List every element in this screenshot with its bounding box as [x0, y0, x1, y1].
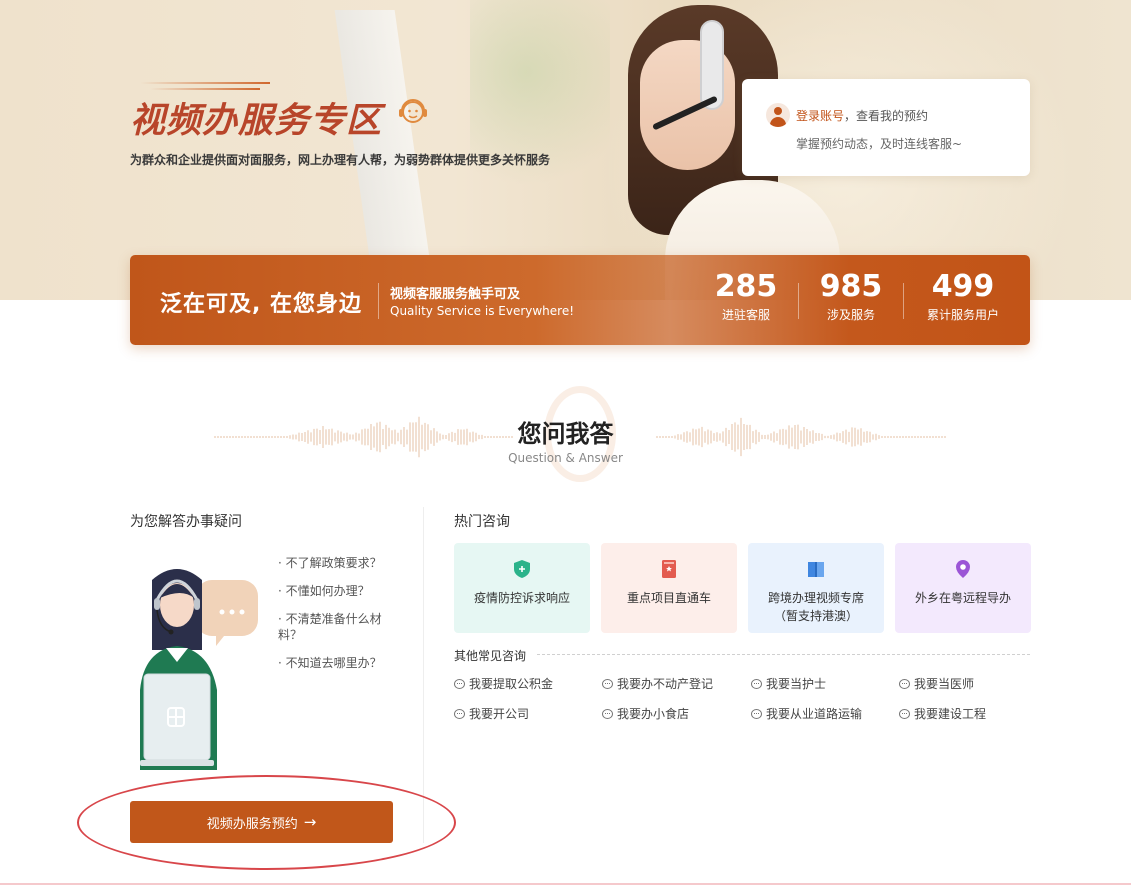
slogan-cn: 视频客服服务触手可及	[390, 287, 521, 302]
customer-service-agent-illustration	[140, 569, 258, 770]
list-item: · 不懂如何办理？	[278, 584, 370, 598]
chat-bubble-icon	[454, 709, 465, 719]
title-decoration	[140, 82, 270, 84]
faq-label: 我要当护士	[766, 677, 827, 691]
stat-value: 285	[714, 269, 778, 304]
hot-card-label: 跨境办理视频专席 （暂支持港澳）	[748, 589, 884, 625]
qa-subtitle: Question & Answer	[508, 451, 623, 465]
stat-users: 499 累计服务用户	[908, 269, 1018, 323]
chat-bubble-icon	[602, 709, 613, 719]
login-prompt-text: ，查看我的预约	[844, 109, 929, 123]
other-section-title: 其他常见咨询	[454, 649, 527, 663]
hot-section-title: 热门咨询	[454, 514, 510, 530]
faq-link[interactable]: 我要开公司	[454, 705, 529, 722]
faq-link[interactable]: 我要当医师	[899, 675, 974, 692]
left-section-title: 为您解答办事疑问	[130, 514, 242, 530]
user-avatar-icon	[766, 103, 790, 127]
map-book-icon	[808, 562, 824, 577]
divider	[378, 283, 379, 319]
faq-link[interactable]: 我要从业道路运输	[751, 705, 862, 722]
stat-label: 累计服务用户	[926, 308, 999, 322]
stat-label: 涉及服务	[826, 308, 875, 322]
faq-label: 我要提取公积金	[469, 677, 554, 691]
stat-agents: 285 进驻客服	[691, 269, 801, 323]
location-pin-icon	[956, 560, 970, 578]
login-hint: 掌握预约动态，及时连线客服~	[796, 137, 963, 151]
chat-bubble-icon	[899, 709, 910, 719]
faq-link[interactable]: 我要建设工程	[899, 705, 986, 722]
faq-link[interactable]: 我要办不动产登记	[602, 675, 713, 692]
list-item: · 不清楚准备什么材料？	[278, 612, 382, 642]
chat-bubble-icon	[602, 679, 613, 689]
faq-link[interactable]: 我要提取公积金	[454, 675, 553, 692]
login-link[interactable]: 登录账号	[796, 109, 844, 123]
list-item: · 不了解政策要求？	[278, 556, 382, 570]
arrow-right-icon: →	[303, 813, 317, 831]
video-service-booking-button[interactable]: 视频办服务预约 →	[130, 801, 393, 843]
faq-link[interactable]: 我要办小食店	[602, 705, 689, 722]
hot-card-key-project[interactable]: 重点项目直通车	[601, 543, 737, 633]
stats-bar: 泛在可及, 在您身边 视频客服服务触手可及 Quality Service is…	[130, 255, 1030, 345]
chat-bubble-icon	[454, 679, 465, 689]
booking-button-label: 视频办服务预约	[206, 816, 298, 832]
hot-card-label-line2: （暂支持港澳）	[773, 609, 858, 623]
hot-card-remote-guide[interactable]: 外乡在粤远程导办	[895, 543, 1031, 633]
dashed-divider	[537, 654, 1030, 655]
customer-service-icon	[399, 99, 427, 123]
hot-card-label: 疫情防控诉求响应	[473, 591, 570, 605]
chat-bubble-icon	[899, 679, 910, 689]
login-card: 登录账号，查看我的预约 掌握预约动态，及时连线客服~	[742, 79, 1030, 176]
stat-value: 499	[931, 269, 995, 304]
stat-services: 985 涉及服务	[796, 269, 906, 323]
hot-card-label-line1: 跨境办理视频专席	[767, 591, 864, 605]
column-divider	[423, 507, 424, 843]
list-item: · 不知道去哪里办？	[278, 656, 382, 670]
hero-subtitle: 为群众和企业提供面对面服务，网上办理有人帮，为弱势群体提供更多关怀服务	[130, 153, 551, 167]
faq-label: 我要办小食店	[617, 707, 690, 721]
chat-bubble-icon	[751, 679, 762, 689]
stats-slogan: 泛在可及, 在您身边	[160, 292, 363, 317]
faq-label: 我要建设工程	[914, 707, 987, 721]
faq-label: 我要办不动产登记	[617, 677, 714, 691]
hot-card-label: 重点项目直通车	[626, 591, 711, 605]
red-book-icon	[662, 560, 676, 578]
hot-card-epidemic[interactable]: 疫情防控诉求响应	[454, 543, 590, 633]
faq-link[interactable]: 我要当护士	[751, 675, 826, 692]
hot-card-label: 外乡在粤远程导办	[914, 591, 1011, 605]
title-decoration	[150, 88, 260, 90]
divider	[903, 283, 904, 319]
login-prompt: 登录账号，查看我的预约	[796, 107, 928, 124]
slogan-en: Quality Service is Everywhere!	[390, 304, 575, 318]
hot-card-cross-border[interactable]: 跨境办理视频专席 （暂支持港澳）	[748, 543, 884, 633]
faq-label: 我要开公司	[469, 707, 530, 721]
faq-label: 我要从业道路运输	[766, 707, 863, 721]
qa-title: 您问我答	[517, 420, 614, 448]
stat-label: 进驻客服	[721, 308, 770, 322]
page-bottom-border	[0, 883, 1131, 885]
stat-value: 985	[819, 269, 883, 304]
shield-plus-icon	[514, 560, 530, 578]
chat-bubble-icon	[751, 709, 762, 719]
page-title: 视频办服务专区	[130, 100, 383, 141]
question-list: · 不了解政策要求？ · 不懂如何办理？ · 不清楚准备什么材料？ · 不知道去…	[278, 555, 398, 683]
faq-label: 我要当医师	[914, 677, 975, 691]
plant-background	[470, 0, 610, 240]
